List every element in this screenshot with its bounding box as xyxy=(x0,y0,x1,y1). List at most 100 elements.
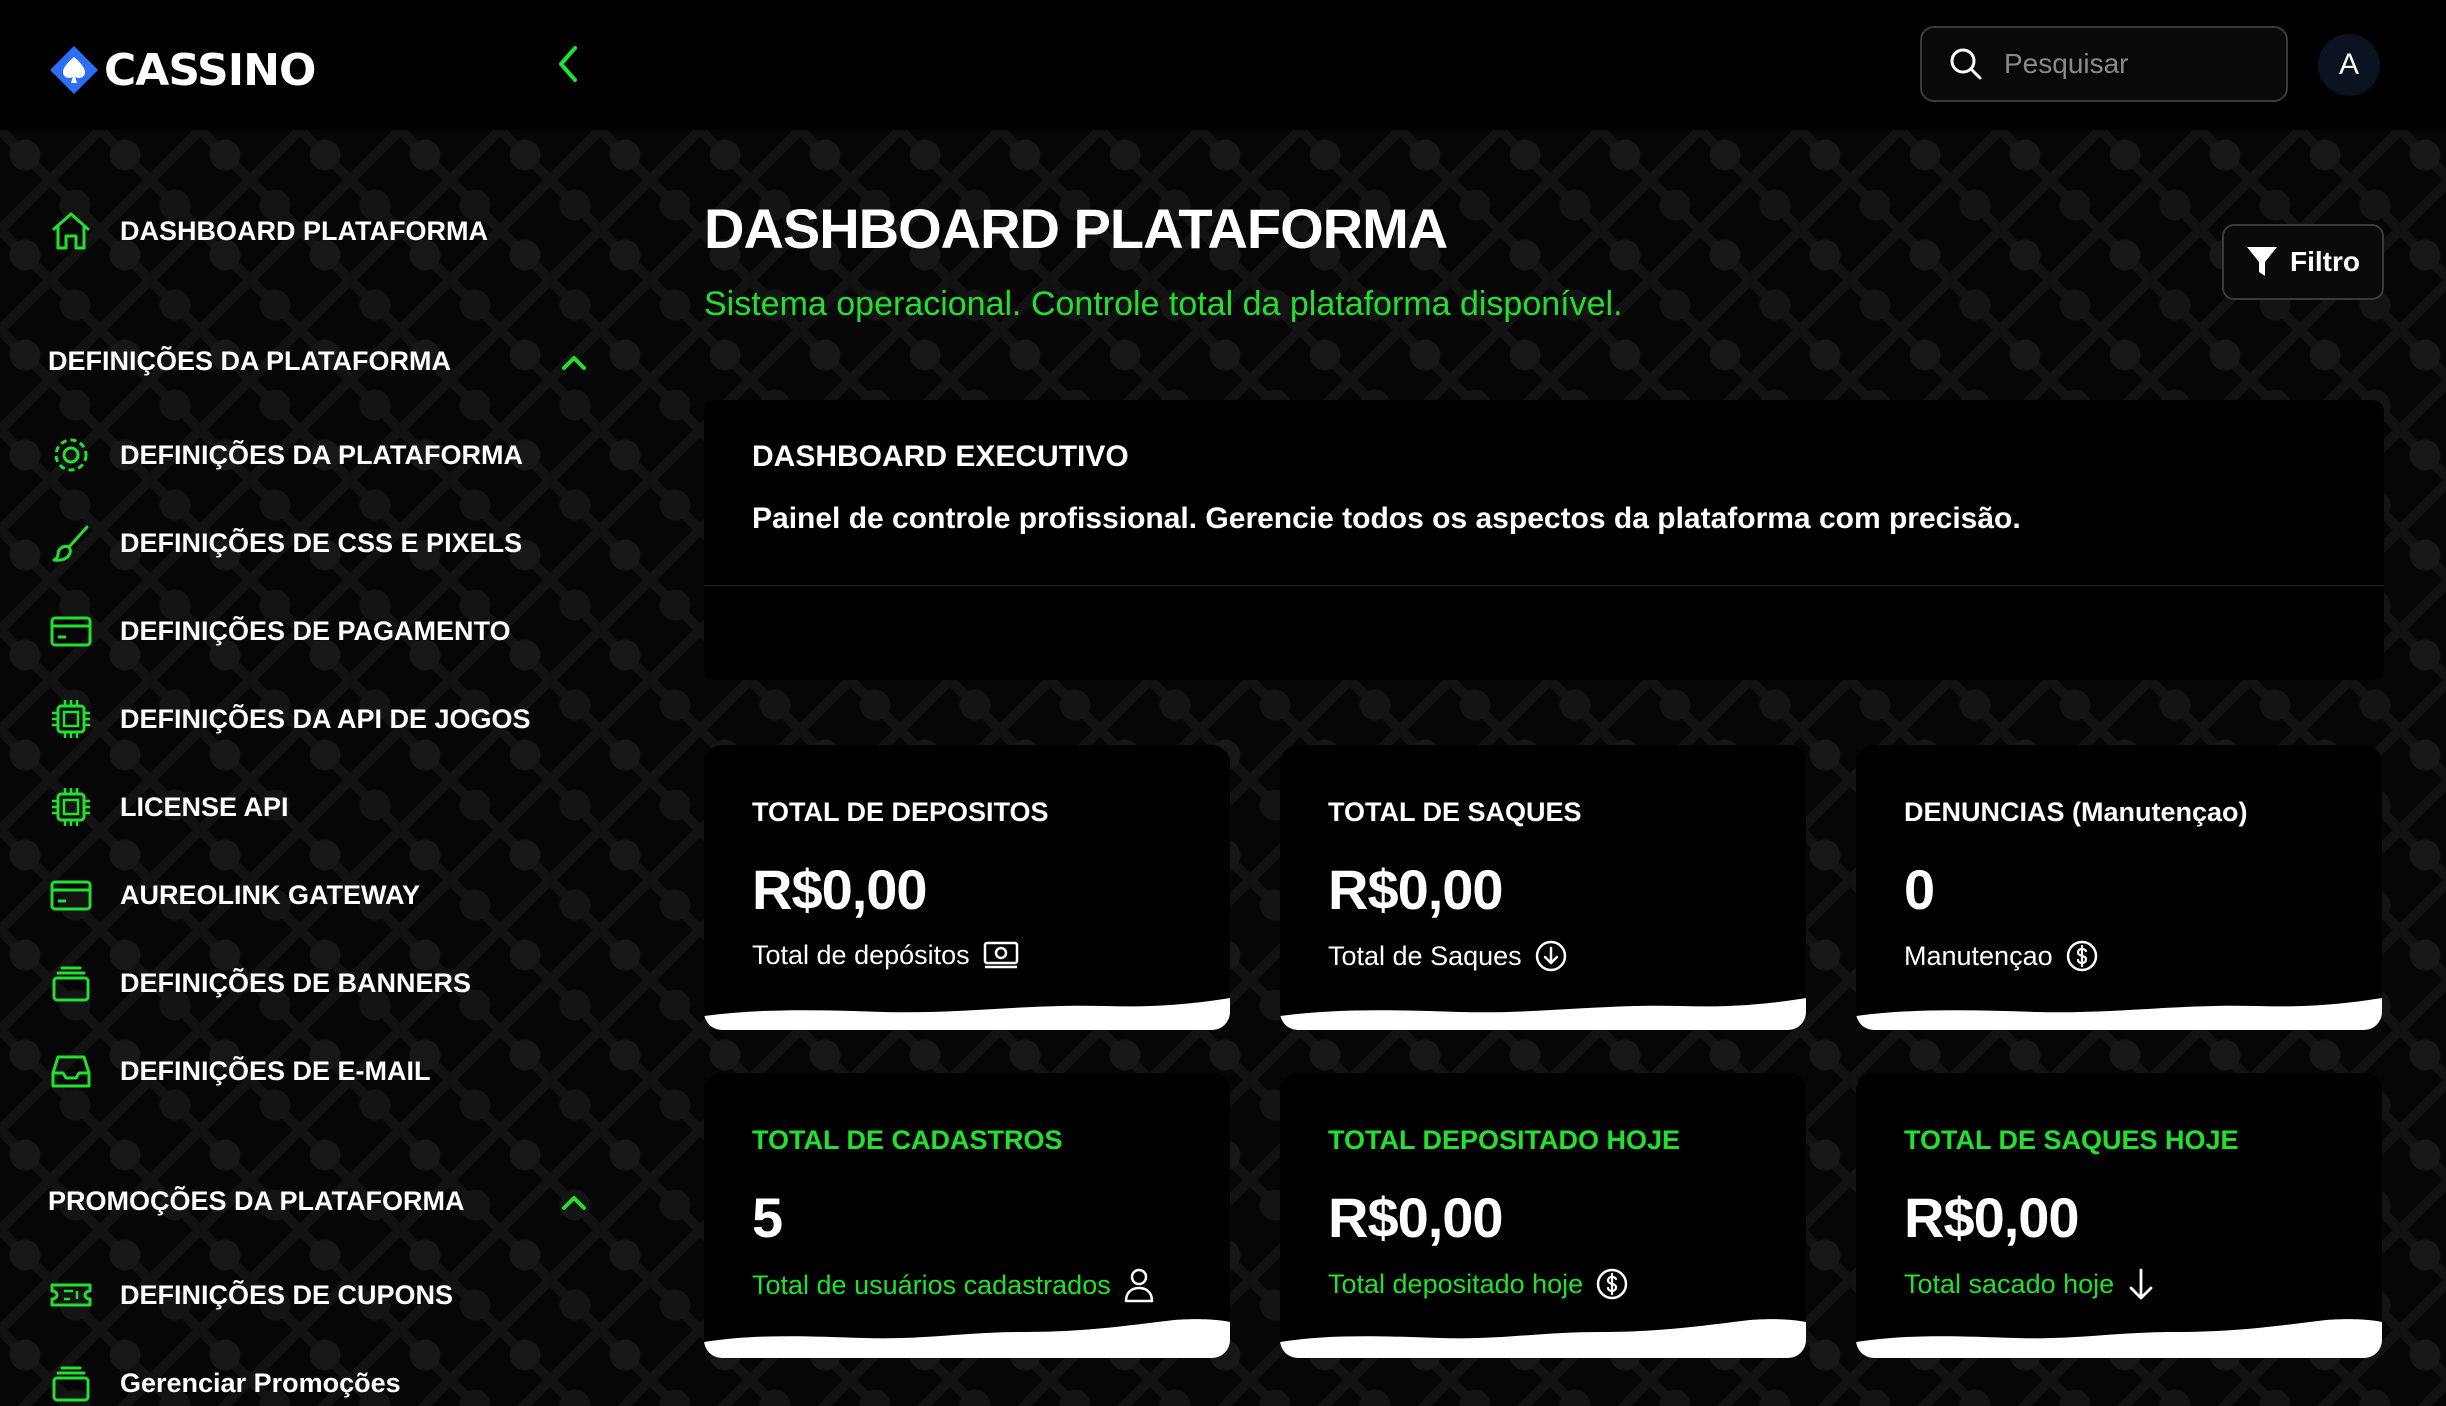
card-subtitle-text: Total depositado hoje xyxy=(1328,1268,1584,1299)
inbox-icon xyxy=(48,1048,94,1094)
search-box[interactable] xyxy=(1920,26,2288,102)
sidebar-item-aureolink[interactable]: AUREOLINK GATEWAY xyxy=(48,872,420,918)
card-value: 0 xyxy=(1904,858,1935,921)
cash-icon xyxy=(982,939,1020,971)
card-wave xyxy=(704,1319,1230,1358)
sidebar-item-label: DEFINIÇÕES DE E-MAIL xyxy=(120,1055,431,1086)
card-title: TOTAL DE DEPOSITOS xyxy=(752,797,1049,827)
credit-card-icon xyxy=(48,872,94,918)
card-title: TOTAL DE CADASTROS xyxy=(752,1125,1063,1155)
section-definicoes-plataforma[interactable]: DEFINIÇÕES DA PLATAFORMA xyxy=(48,346,588,377)
stat-card-total-saques: TOTAL DE SAQUES R$0,00 Total de Saques xyxy=(1280,745,1806,1030)
chevron-left-icon xyxy=(559,46,577,82)
card-value: R$0,00 xyxy=(1328,858,1504,921)
card-subtitle: Total de depósitos xyxy=(752,939,1020,971)
card-subtitle-text: Total de Saques xyxy=(1328,940,1522,971)
sidebar-item-pagamento[interactable]: DEFINIÇÕES DE PAGAMENTO xyxy=(48,608,511,654)
sidebar-item-label: DEFINIÇÕES DE CUPONS xyxy=(120,1279,454,1310)
sidebar-item-label: LICENSE API xyxy=(120,791,289,822)
top-bar: CASSINO A xyxy=(0,0,2446,130)
card-subtitle: Total de Saques xyxy=(1328,939,1568,973)
stat-card-depositado-hoje: TOTAL DEPOSITADO HOJE R$0,00 Total depos… xyxy=(1280,1073,1806,1358)
card-subtitle: Total sacado hoje xyxy=(1904,1267,2156,1301)
sidebar-item-api-jogos[interactable]: DEFINIÇÕES DA API DE JOGOS xyxy=(48,696,531,742)
stat-card-saques-hoje: TOTAL DE SAQUES HOJE R$0,00 Total sacado… xyxy=(1856,1073,2382,1358)
search-icon xyxy=(1950,48,1982,80)
avatar[interactable]: A xyxy=(2318,34,2380,96)
divider xyxy=(704,585,2384,586)
card-wave xyxy=(1856,998,2382,1030)
ticket-icon xyxy=(48,1272,94,1318)
page-subtitle: Sistema operacional. Controle total da p… xyxy=(704,285,1623,323)
card-title: DENUNCIAS (Manutençao) xyxy=(1904,797,2248,827)
card-subtitle-text: Manutençao xyxy=(1904,940,2053,971)
sidebar-item-css-pixels[interactable]: DEFINIÇÕES DE CSS E PIXELS xyxy=(48,520,522,566)
filter-label: Filtro xyxy=(2290,246,2360,277)
sidebar-item-label: AUREOLINK GATEWAY xyxy=(120,879,421,910)
card-wave xyxy=(1280,1319,1806,1358)
arrow-down-icon xyxy=(2126,1267,2156,1301)
chip-icon xyxy=(48,696,94,742)
chip-icon xyxy=(48,784,94,830)
card-wave xyxy=(704,998,1230,1030)
stat-card-denuncias: DENUNCIAS (Manutençao) 0 Manutençao xyxy=(1856,745,2382,1030)
executive-title: DASHBOARD EXECUTIVO xyxy=(752,440,1129,473)
filter-button[interactable]: Filtro xyxy=(2222,224,2384,300)
sidebar-item-label: DEFINIÇÕES DE PAGAMENTO xyxy=(120,615,511,646)
card-subtitle-text: Total sacado hoje xyxy=(1904,1268,2115,1299)
chevron-up-icon xyxy=(562,355,586,370)
chevron-up-icon xyxy=(562,1195,586,1210)
card-subtitle-text: Total de usuários cadastrados xyxy=(752,1269,1111,1300)
spade-diamond-icon xyxy=(50,46,98,94)
section-title: DEFINIÇÕES DA PLATAFORMA xyxy=(48,346,451,376)
card-title: TOTAL DE SAQUES xyxy=(1328,797,1582,827)
home-icon xyxy=(48,208,94,254)
collapse-sidebar-button[interactable] xyxy=(548,40,588,88)
executive-panel: DASHBOARD EXECUTIVO Painel de controle p… xyxy=(704,400,2384,680)
arrow-down-circle-icon xyxy=(1534,939,1568,973)
sidebar-item-label: DEFINIÇÕES DE CSS E PIXELS xyxy=(120,527,523,558)
executive-description: Painel de controle profissional. Gerenci… xyxy=(752,502,2021,535)
card-value: 5 xyxy=(752,1186,783,1249)
stat-card-total-cadastros: TOTAL DE CADASTROS 5 Total de usuários c… xyxy=(704,1073,1230,1358)
sidebar-item-promocoes[interactable]: Gerenciar Promoções xyxy=(48,1360,401,1406)
sidebar-item-email[interactable]: DEFINIÇÕES DE E-MAIL xyxy=(48,1048,431,1094)
card-value: R$0,00 xyxy=(1328,1186,1504,1249)
sidebar-item-label: Gerenciar Promoções xyxy=(120,1367,401,1398)
card-subtitle: Total de usuários cadastrados xyxy=(752,1267,1155,1303)
sidebar-item-definicoes-plataforma[interactable]: DEFINIÇÕES DA PLATAFORMA xyxy=(48,432,523,478)
sidebar-item-label: DASHBOARD PLATAFORMA xyxy=(120,215,488,246)
search-input[interactable] xyxy=(2004,48,2264,80)
brush-icon xyxy=(48,520,94,566)
page-title: DASHBOARD PLATAFORMA xyxy=(704,197,1448,260)
stat-card-total-depositos: TOTAL DE DEPOSITOS R$0,00 Total de depós… xyxy=(704,745,1230,1030)
card-title: TOTAL DEPOSITADO HOJE xyxy=(1328,1125,1681,1155)
logo[interactable]: CASSINO xyxy=(48,44,316,96)
card-value: R$0,00 xyxy=(752,858,928,921)
dollar-circle-icon xyxy=(1595,1267,1629,1301)
sidebar: DASHBOARD PLATAFORMA DEFINIÇÕES DA PLATA… xyxy=(0,130,640,1406)
sidebar-item-cupons[interactable]: DEFINIÇÕES DE CUPONS xyxy=(48,1272,453,1318)
stack-icon xyxy=(48,960,94,1006)
filter-icon xyxy=(2247,247,2277,276)
dollar-circle-icon xyxy=(2065,939,2099,973)
card-subtitle: Total depositado hoje xyxy=(1328,1267,1629,1301)
sidebar-item-banners[interactable]: DEFINIÇÕES DE BANNERS xyxy=(48,960,471,1006)
credit-card-icon xyxy=(48,608,94,654)
card-subtitle-text: Total de depósitos xyxy=(752,939,970,970)
stack-icon xyxy=(48,1360,94,1406)
card-subtitle: Manutençao xyxy=(1904,939,2099,973)
logo-text: CASSINO xyxy=(104,44,316,96)
card-wave xyxy=(1280,998,1806,1030)
gear-icon xyxy=(48,432,94,478)
card-wave xyxy=(1856,1319,2382,1358)
section-promocoes-plataforma[interactable]: PROMOÇÕES DA PLATAFORMA xyxy=(48,1186,588,1217)
sidebar-item-label: DEFINIÇÕES DA PLATAFORMA xyxy=(120,439,523,470)
sidebar-item-dashboard[interactable]: DASHBOARD PLATAFORMA xyxy=(48,208,488,254)
sidebar-item-label: DEFINIÇÕES DE BANNERS xyxy=(120,967,472,998)
user-icon xyxy=(1123,1267,1155,1303)
sidebar-item-label: DEFINIÇÕES DA API DE JOGOS xyxy=(120,703,531,734)
sidebar-item-license-api[interactable]: LICENSE API xyxy=(48,784,289,830)
section-title: PROMOÇÕES DA PLATAFORMA xyxy=(48,1186,465,1216)
card-title: TOTAL DE SAQUES HOJE xyxy=(1904,1125,2239,1155)
